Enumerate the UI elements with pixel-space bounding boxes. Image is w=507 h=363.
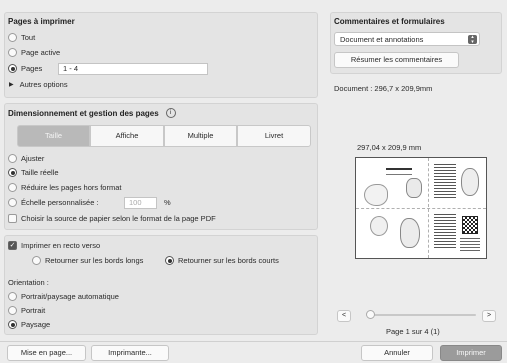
radio-indicator xyxy=(8,168,17,177)
radio-landscape[interactable]: Paysage xyxy=(8,320,50,329)
radio-actual-size[interactable]: Taille réelle xyxy=(8,168,59,177)
radio-custom-label: Échelle personnalisée : xyxy=(21,198,99,207)
radio-flip-long-edge[interactable]: Retourner sur les bords longs xyxy=(32,256,143,265)
preview-illustration xyxy=(400,218,420,248)
radio-custom-scale[interactable]: Échelle personnalisée : xyxy=(8,198,99,207)
radio-indicator xyxy=(8,198,17,207)
preview-text-block xyxy=(434,214,456,250)
preview-illustration xyxy=(461,168,479,196)
tab-taille[interactable]: Taille xyxy=(17,125,90,147)
radio-pages-label: Pages xyxy=(21,64,43,73)
portrait-label: Portrait xyxy=(21,306,46,315)
more-options-label: Autres options xyxy=(19,80,68,89)
preview-illustration xyxy=(370,216,388,236)
comments-select[interactable]: Document et annotations ▴ ▾ xyxy=(334,32,480,46)
radio-all-pages[interactable]: Tout xyxy=(8,33,35,42)
flip-long-label: Retourner sur les bords longs xyxy=(45,256,144,265)
select-arrows-icon: ▴ ▾ xyxy=(468,35,477,44)
tab-livret[interactable]: Livret xyxy=(237,125,311,147)
more-options-disclosure[interactable]: ▶ Autres options xyxy=(9,80,68,89)
radio-indicator xyxy=(165,256,174,265)
preview-text-block xyxy=(460,238,480,252)
radio-all-label: Tout xyxy=(21,33,36,42)
page-preview xyxy=(355,157,487,259)
percent-sign: % xyxy=(164,198,171,207)
flip-short-label: Retourner sur les bords courts xyxy=(178,256,279,265)
radio-shrink-label: Réduire les pages hors format xyxy=(21,183,122,192)
radio-shrink-oversized[interactable]: Réduire les pages hors format xyxy=(8,183,121,192)
tab-multiple[interactable]: Multiple xyxy=(164,125,237,147)
paper-source-checkbox[interactable]: ✓ Choisir la source de papier selon le f… xyxy=(8,214,216,223)
page-size-label: 297,04 x 209,9 mm xyxy=(357,143,422,152)
previous-page-button[interactable]: < xyxy=(337,310,351,322)
page-slider-thumb[interactable] xyxy=(366,310,375,319)
preview-illustration xyxy=(406,178,422,198)
radio-indicator xyxy=(8,64,17,73)
duplex-checkbox[interactable]: ✓ Imprimer en recto verso xyxy=(8,241,100,250)
comments-select-value: Document et annotations xyxy=(340,35,424,44)
pages-section-title: Pages à imprimer xyxy=(8,17,75,26)
radio-page-range[interactable]: Pages xyxy=(8,64,42,73)
radio-auto-orientation[interactable]: Portrait/paysage automatique xyxy=(8,292,119,301)
preview-illustration xyxy=(364,184,388,206)
footer-divider xyxy=(0,341,507,342)
comments-section-title: Commentaires et formulaires xyxy=(334,17,445,26)
info-icon[interactable]: i xyxy=(165,108,176,118)
preview-qr-code xyxy=(462,216,478,234)
sizing-panel xyxy=(4,103,318,230)
radio-indicator xyxy=(8,183,17,192)
document-size-label: Document : 296,7 x 209,9mm xyxy=(334,84,433,93)
radio-indicator xyxy=(8,33,17,42)
sizing-section-title: Dimensionnement et gestion des pages xyxy=(8,108,159,118)
radio-portrait[interactable]: Portrait xyxy=(8,306,45,315)
radio-flip-short-edge[interactable]: Retourner sur les bords courts xyxy=(165,256,279,265)
auto-orientation-label: Portrait/paysage automatique xyxy=(21,292,119,301)
checkbox-indicator: ✓ xyxy=(8,214,17,223)
radio-active-label: Page active xyxy=(21,48,61,57)
page-range-input[interactable]: 1 - 4 xyxy=(58,63,208,75)
radio-actual-label: Taille réelle xyxy=(21,168,59,177)
radio-indicator xyxy=(8,306,17,315)
custom-scale-input[interactable]: 100 xyxy=(124,197,157,209)
paper-source-label: Choisir la source de papier selon le for… xyxy=(21,214,216,223)
radio-indicator xyxy=(8,154,17,163)
cancel-button[interactable]: Annuler xyxy=(361,345,433,361)
print-button[interactable]: Imprimer xyxy=(440,345,502,361)
radio-fit-label: Ajuster xyxy=(21,154,45,163)
printer-button[interactable]: Imprimante... xyxy=(91,345,169,361)
radio-active-page[interactable]: Page active xyxy=(8,48,60,57)
disclosure-triangle-icon: ▶ xyxy=(9,81,14,88)
radio-indicator xyxy=(32,256,41,265)
radio-fit[interactable]: Ajuster xyxy=(8,154,44,163)
duplex-label: Imprimer en recto verso xyxy=(21,241,101,250)
radio-indicator xyxy=(8,48,17,57)
preview-heading-graphic xyxy=(386,168,412,175)
next-page-button[interactable]: > xyxy=(482,310,496,322)
duplex-orientation-panel xyxy=(4,235,318,335)
landscape-label: Paysage xyxy=(21,320,51,329)
orientation-title: Orientation : xyxy=(8,278,49,287)
checkbox-indicator: ✓ xyxy=(8,241,17,250)
page-indicator: Page 1 sur 4 (1) xyxy=(386,327,440,336)
fold-guide-horizontal xyxy=(356,208,486,209)
sizing-section-header: Dimensionnement et gestion des pages i xyxy=(8,108,176,118)
radio-indicator xyxy=(8,292,17,301)
summarize-comments-button[interactable]: Résumer les commentaires xyxy=(334,52,459,68)
radio-indicator xyxy=(8,320,17,329)
page-slider-track[interactable] xyxy=(368,314,476,316)
page-setup-button[interactable]: Mise en page... xyxy=(7,345,86,361)
preview-text-block xyxy=(434,164,456,200)
tab-affiche[interactable]: Affiche xyxy=(90,125,164,147)
